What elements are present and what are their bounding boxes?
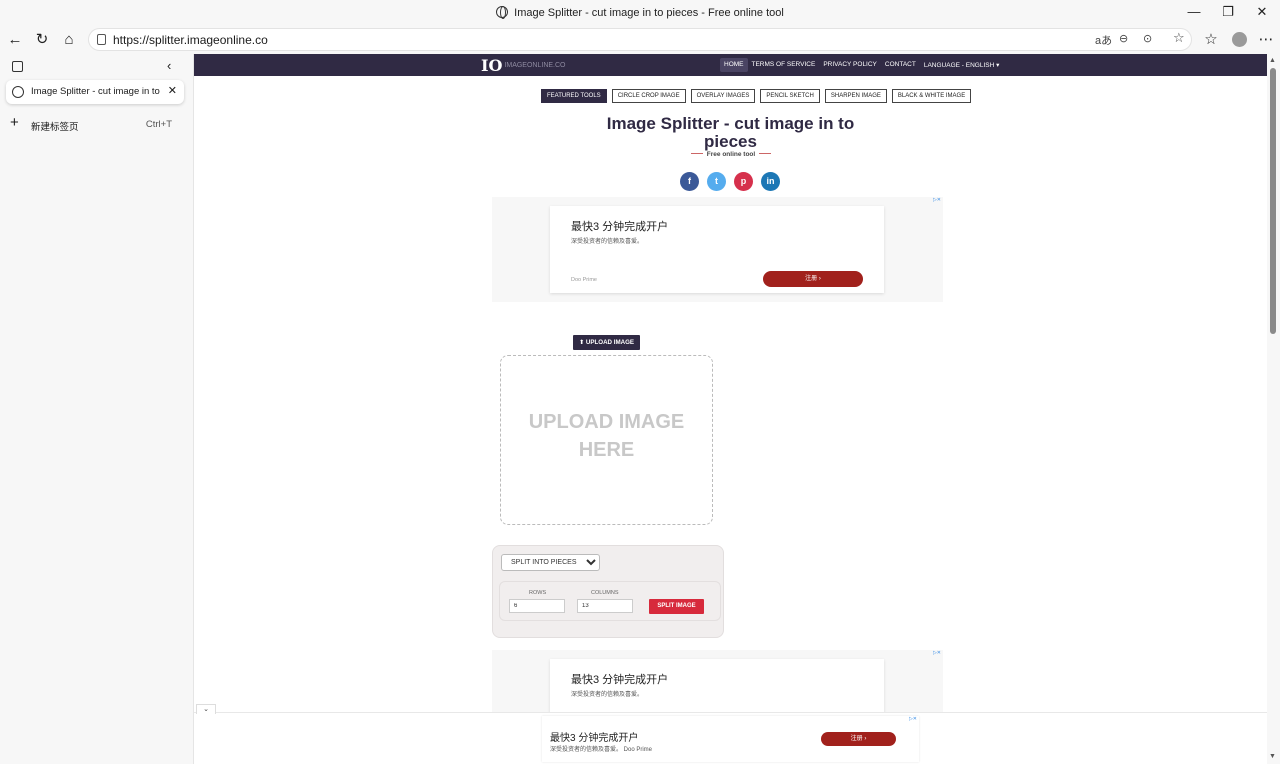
ad-choices-icon[interactable]: ▷✕ [933,650,941,656]
vertical-tabs-sidebar: ‹ Image Splitter - cut image in to piece… [0,54,193,764]
grid-settings: ROWS COLUMNS SPLIT IMAGE [499,581,721,621]
columns-input[interactable] [577,599,633,613]
tool-circle-crop[interactable]: CIRCLE CROP IMAGE [611,89,686,103]
restore-button[interactable]: ❐ [1211,2,1245,24]
favorites-icon[interactable]: ☆ [1199,29,1223,51]
ad-card[interactable]: 最快3 分钟完成开户 深受投资者的信赖及喜爱。 Doo Prime 注册 › [550,206,884,293]
columns-label: COLUMNS [591,590,619,596]
globe-icon [12,86,24,98]
collapse-sidebar-icon[interactable]: ‹ [167,58,171,73]
url-field[interactable]: https://splitter.imageonline.co aあ ⊖ ⊙ ☆ [88,28,1192,51]
tool-overlay[interactable]: OVERLAY IMAGES [690,89,756,103]
split-settings-panel: SPLIT INTO PIECES ROWS COLUMNS SPLIT IMA… [492,545,724,638]
web-page: IO IMAGEONLINE.CO HOME TERMS OF SERVICE P… [193,54,1267,764]
tool-black-white[interactable]: BLACK & WHITE IMAGE [891,89,972,103]
rows-label: ROWS [529,590,547,596]
social-share: f t p in [680,172,780,191]
close-window-button[interactable]: ✕ [1245,2,1279,24]
scrollbar-thumb[interactable] [1270,68,1276,334]
rows-input[interactable] [509,599,565,613]
globe-icon [496,6,509,19]
ad-choices-icon[interactable]: ▷✕ [909,716,917,722]
tab-image-splitter[interactable]: Image Splitter - cut image in to pieces … [6,80,184,104]
pinterest-icon[interactable]: p [734,172,753,191]
new-tab-button[interactable]: + 新建标签页 Ctrl+T [10,114,182,133]
ad-register-button[interactable]: 注册 › [821,732,896,746]
address-bar-row: ← ↻ ⌂ https://splitter.imageonline.co aあ… [0,26,1280,54]
scroll-down-icon[interactable]: ▼ [1269,753,1276,760]
ad-banner-bottom[interactable]: ▷✕ 最快3 分钟完成开户 深受投资者的信赖及喜爱。 Doo Prime 注册 … [542,716,919,762]
close-tab-icon[interactable]: ✕ [168,84,177,97]
scroll-up-icon[interactable]: ▲ [1269,57,1276,64]
home-button[interactable]: ⌂ [57,29,81,51]
facebook-icon[interactable]: f [680,172,699,191]
url-text[interactable]: https://splitter.imageonline.co [113,33,268,47]
page-title: Image Splitter - cut image in to pieces [606,114,855,151]
upload-image-button[interactable]: ⬆ UPLOAD IMAGE [573,335,641,350]
window-titlebar: Image Splitter - cut image in to pieces … [0,0,1280,26]
tool-featured[interactable]: FEATURED TOOLS [541,89,607,103]
ad-register-button[interactable]: 注册 › [763,271,863,287]
favorite-star-icon[interactable]: ☆ [1173,30,1185,46]
site-menu: HOME TERMS OF SERVICE PRIVACY POLICY CON… [720,58,1003,72]
tool-pencil-sketch[interactable]: PENCIL SKETCH [760,89,820,103]
nav-terms[interactable]: TERMS OF SERVICE [748,58,820,72]
split-image-button[interactable]: SPLIT IMAGE [649,599,704,614]
minimize-button[interactable]: — [1177,2,1211,24]
nav-privacy[interactable]: PRIVACY POLICY [819,58,881,72]
nav-contact[interactable]: CONTACT [881,58,920,72]
page-subtitle: Free online tool [631,151,831,158]
linkedin-icon[interactable]: in [761,172,780,191]
extensions-icon[interactable]: ⊙ [1143,32,1152,45]
window-title: Image Splitter - cut image in to pieces … [0,6,1280,19]
nav-language[interactable]: LANGUAGE - ENGLISH ▾ [920,58,1004,72]
lock-icon[interactable] [97,34,106,45]
tab-actions-icon[interactable] [12,61,23,72]
read-aloud-icon[interactable]: aあ [1095,32,1112,48]
twitter-icon[interactable]: t [707,172,726,191]
zoom-icon[interactable]: ⊖ [1119,32,1128,45]
ad-choices-icon[interactable]: ▷✕ [933,197,941,203]
site-logo[interactable]: IO IMAGEONLINE.CO [481,56,566,75]
profile-avatar[interactable] [1227,29,1251,51]
chevron-down-icon[interactable]: ⌄ [196,704,216,714]
refresh-button[interactable]: ↻ [30,29,54,51]
upload-dropzone[interactable]: UPLOAD IMAGE HERE [500,355,713,525]
tool-links: FEATURED TOOLS CIRCLE CROP IMAGE OVERLAY… [541,89,972,103]
nav-home[interactable]: HOME [720,58,748,72]
plus-icon: + [10,114,19,131]
site-navbar: IO IMAGEONLINE.CO HOME TERMS OF SERVICE P… [194,54,1267,76]
ad-banner-middle[interactable]: ▷✕ 最快3 分钟完成开户 深受投资者的信赖及喜爱。 [492,650,943,729]
sticky-bottom-ad: ⌄ ▷✕ 最快3 分钟完成开户 深受投资者的信赖及喜爱。 Doo Prime 注… [194,704,1267,764]
ad-banner-top[interactable]: ▷✕ 最快3 分钟完成开户 深受投资者的信赖及喜爱。 Doo Prime 注册 … [492,197,943,302]
page-scrollbar[interactable]: ▲ ▼ [1267,54,1280,764]
more-menu-icon[interactable]: ⋯ [1254,29,1278,51]
back-button[interactable]: ← [3,29,27,51]
split-mode-select[interactable]: SPLIT INTO PIECES [501,554,600,571]
tool-sharpen[interactable]: SHARPEN IMAGE [824,89,887,103]
